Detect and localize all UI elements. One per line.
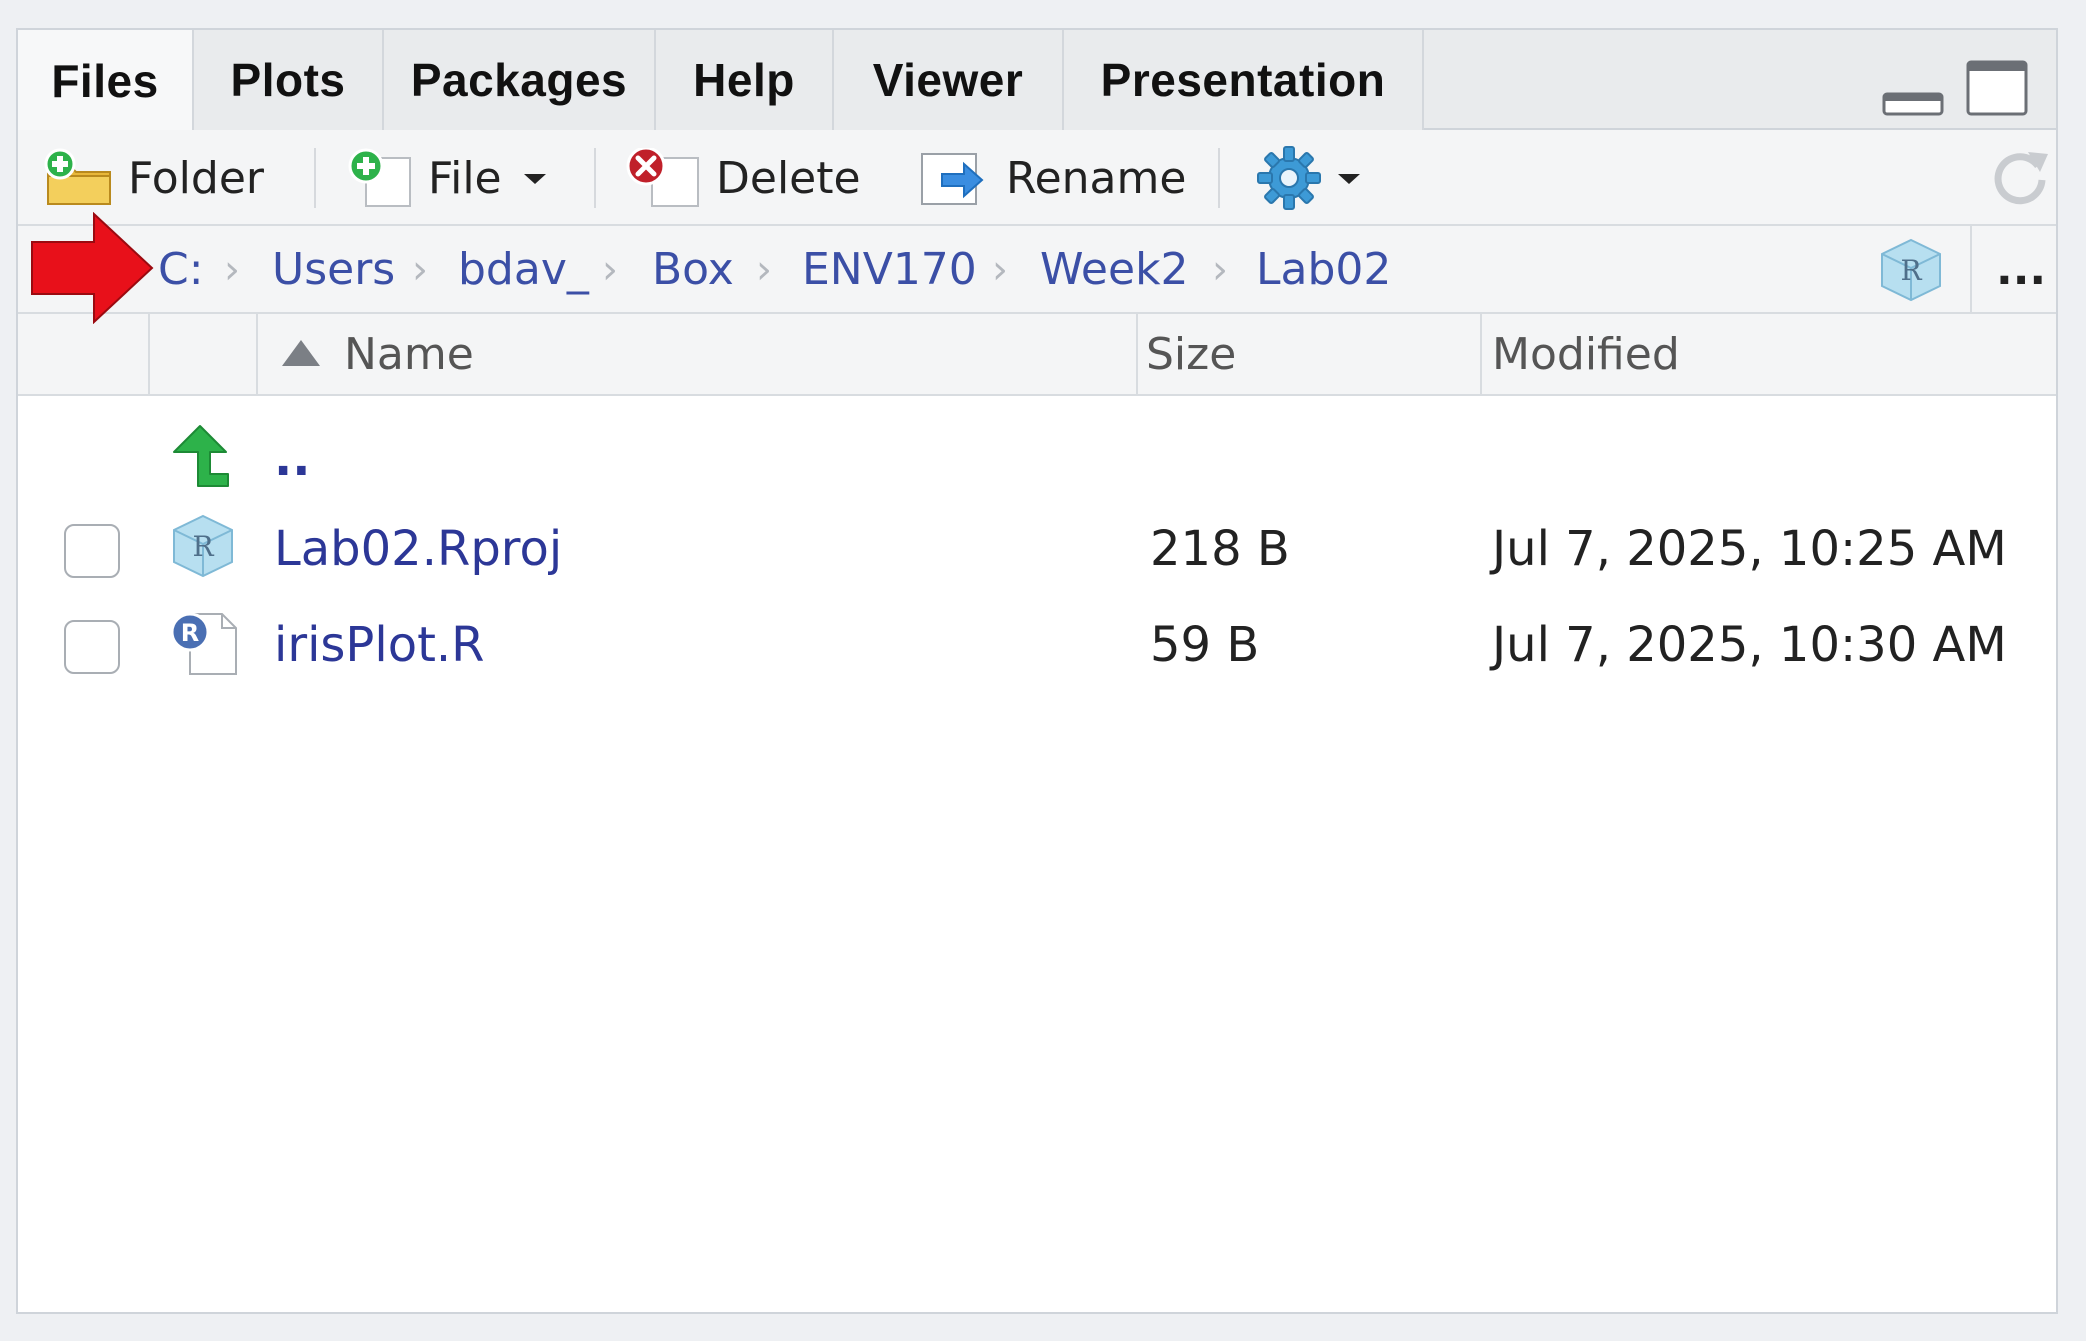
new-file-label: File <box>428 152 502 204</box>
new-folder-label: Folder <box>128 152 264 204</box>
file-list-header: Name Size Modified <box>18 314 2056 396</box>
gear-icon <box>1257 146 1321 210</box>
breadcrumb-segment[interactable]: ENV170 <box>802 226 977 314</box>
more-options-button[interactable]: ... <box>1996 230 2046 310</box>
chevron-down-icon <box>523 174 546 184</box>
breadcrumb-segment[interactable]: Box <box>652 226 734 314</box>
minimize-pane-icon[interactable] <box>1882 90 1944 116</box>
chevron-right-icon: › <box>756 247 772 293</box>
svg-text:R: R <box>192 530 214 563</box>
table-row[interactable]: R Lab02.Rproj 218 B Jul 7, 2025, 10:25 A… <box>18 504 2056 594</box>
chevron-right-icon: › <box>412 247 428 293</box>
tab-viewer[interactable]: Viewer <box>834 30 1064 130</box>
new-folder-icon <box>44 148 111 205</box>
tab-plots[interactable]: Plots <box>194 30 384 130</box>
parent-folder-icon <box>173 425 229 487</box>
column-divider <box>1136 314 1138 396</box>
new-file-button[interactable]: File <box>342 130 550 226</box>
window-controls <box>1882 60 2028 116</box>
rproj-icon: R <box>173 514 233 578</box>
column-header-name[interactable]: Name <box>344 314 474 396</box>
chevron-right-icon: › <box>224 247 240 293</box>
svg-text:R: R <box>1900 254 1922 287</box>
column-header-modified[interactable]: Modified <box>1492 314 1680 396</box>
breadcrumb-segment-current[interactable]: Lab02 <box>1256 226 1391 314</box>
tab-bar: Files Plots Packages Help Viewer Present… <box>18 30 2056 132</box>
column-divider <box>1480 314 1482 396</box>
delete-button[interactable]: Delete <box>622 130 861 226</box>
more-actions-button[interactable] <box>1256 130 1364 226</box>
breadcrumb: C: › Users › bdav_ › Box › ENV170 › Week… <box>18 226 2056 314</box>
breadcrumb-segment[interactable]: Week2 <box>1040 226 1189 314</box>
file-select-checkbox[interactable] <box>64 524 120 578</box>
rename-icon <box>921 153 984 205</box>
column-divider <box>256 314 258 396</box>
file-modified: Jul 7, 2025, 10:30 AM <box>1492 617 2007 673</box>
tab-presentation[interactable]: Presentation <box>1064 30 1424 130</box>
list-item-parent[interactable]: .. <box>18 414 2056 504</box>
new-file-icon <box>348 148 411 207</box>
breadcrumb-divider <box>1970 226 1972 314</box>
chevron-right-icon: › <box>602 247 618 293</box>
delete-icon <box>626 148 699 207</box>
column-header-size[interactable]: Size <box>1146 314 1236 396</box>
maximize-pane-icon[interactable] <box>1966 60 2028 116</box>
toolbar-divider <box>594 148 596 208</box>
red-arrow-annotation <box>31 212 154 324</box>
file-size: 218 B <box>1150 521 1290 577</box>
rename-button[interactable]: Rename <box>918 130 1186 226</box>
tab-files[interactable]: Files <box>18 30 194 132</box>
r-script-icon: R <box>170 612 237 675</box>
column-divider <box>148 314 150 396</box>
chevron-right-icon: › <box>992 247 1008 293</box>
file-select-checkbox[interactable] <box>64 620 120 674</box>
breadcrumb-segment[interactable]: C: <box>158 226 204 314</box>
chevron-right-icon: › <box>1212 247 1228 293</box>
breadcrumb-segment[interactable]: bdav_ <box>458 226 589 314</box>
files-toolbar: Folder File Delete Rename <box>18 130 2056 226</box>
svg-text:R: R <box>181 619 199 647</box>
file-modified: Jul 7, 2025, 10:25 AM <box>1492 521 2007 577</box>
table-row[interactable]: R irisPlot.R 59 B Jul 7, 2025, 10:30 AM <box>18 600 2056 690</box>
toolbar-divider <box>314 148 316 208</box>
go-to-project-directory-icon[interactable]: R <box>1878 238 1944 302</box>
files-pane: Files Plots Packages Help Viewer Present… <box>16 28 2058 1314</box>
breadcrumb-segment[interactable]: Users <box>272 226 395 314</box>
chevron-down-icon <box>1338 174 1360 184</box>
delete-label: Delete <box>716 152 861 204</box>
rename-label: Rename <box>1006 152 1187 204</box>
sort-ascending-icon <box>282 340 320 366</box>
file-name-link[interactable]: Lab02.Rproj <box>274 504 562 594</box>
toolbar-divider <box>1218 148 1220 208</box>
refresh-icon[interactable] <box>1988 144 2052 210</box>
tab-help[interactable]: Help <box>656 30 834 130</box>
file-name-link[interactable]: .. <box>274 414 310 504</box>
file-size: 59 B <box>1150 617 1260 673</box>
file-name-link[interactable]: irisPlot.R <box>274 600 485 690</box>
tab-packages[interactable]: Packages <box>384 30 656 130</box>
